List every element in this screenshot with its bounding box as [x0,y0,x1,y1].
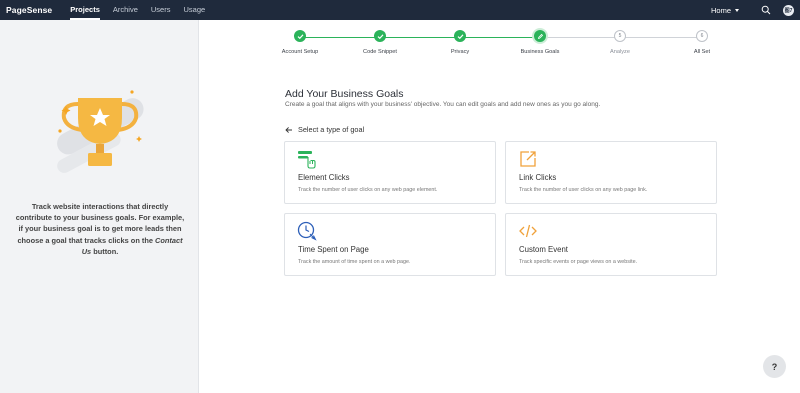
home-dropdown[interactable]: Home [711,6,739,15]
sidebar-panel: Track website interactions that directly… [0,20,199,393]
card-title: Element Clicks [298,173,350,182]
step-number: 5 [614,30,626,42]
nav-archive[interactable]: Archive [113,0,138,20]
pencil-icon [534,30,546,42]
goal-card-custom-event[interactable]: Custom Event Track specific events or pa… [505,213,717,276]
link-click-icon [520,151,536,167]
setup-stepper: Account Setup Code Snippet Privacy Busin… [270,30,740,60]
nav-users[interactable]: Users [151,0,171,20]
select-goal-label: Select a type of goal [298,125,365,134]
step-number: 6 [696,30,708,42]
step-account-setup[interactable]: Account Setup [270,30,330,55]
card-title: Time Spent on Page [298,245,369,254]
chevron-down-icon [735,8,739,12]
sidebar-description: Track website interactions that directly… [14,201,186,257]
card-description: Track specific events or page views on a… [519,259,638,265]
step-label: Account Setup [281,49,319,55]
code-icon [519,224,537,238]
avatar[interactable]: 图7 [783,4,794,16]
card-title: Link Clicks [519,173,557,182]
main-nav: Projects Archive Users Usage [70,0,218,20]
card-title: Custom Event [519,245,568,254]
help-button[interactable]: ? [763,355,786,378]
sidebar-text-part2: button. [91,246,119,256]
check-icon [294,30,306,42]
step-label: Business Goals [520,49,560,55]
step-business-goals[interactable]: Business Goals [510,30,570,55]
clock-icon [297,221,317,241]
back-arrow-icon[interactable] [285,126,293,134]
step-label: All Set [693,49,711,55]
step-all-set[interactable]: 6 All Set [672,30,732,55]
goal-card-link-clicks[interactable]: Link Clicks Track the number of user cli… [505,141,717,204]
home-label: Home [710,5,731,15]
trophy-illustration-icon [57,90,144,173]
step-code-snippet[interactable]: Code Snippet [350,30,410,55]
select-goal-type-row: Select a type of goal [285,125,364,134]
goal-card-element-clicks[interactable]: Element Clicks Track the number of user … [284,141,496,204]
check-icon [454,30,466,42]
step-analyze[interactable]: 5 Analyze [590,30,650,55]
page-subtitle: Create a goal that aligns with your busi… [285,101,601,108]
step-label: Privacy [450,49,470,55]
card-description: Track the amount of time spent on a web … [298,259,411,265]
card-description: Track the number of user clicks on any w… [298,187,438,193]
check-icon [374,30,386,42]
card-description: Track the number of user clicks on any w… [519,187,648,193]
search-icon[interactable] [761,5,771,15]
goal-card-time-spent[interactable]: Time Spent on Page Track the amount of t… [284,213,496,276]
brand-logo[interactable]: PageSense [6,5,52,15]
top-navbar: PageSense Projects Archive Users Usage H… [0,0,800,20]
step-privacy[interactable]: Privacy [430,30,490,55]
page-title: Add Your Business Goals [285,88,404,100]
element-click-icon [298,151,316,169]
nav-projects[interactable]: Projects [70,0,100,20]
step-label: Code Snippet [363,49,397,55]
nav-usage[interactable]: Usage [183,0,205,20]
step-label: Analyze [610,49,630,55]
